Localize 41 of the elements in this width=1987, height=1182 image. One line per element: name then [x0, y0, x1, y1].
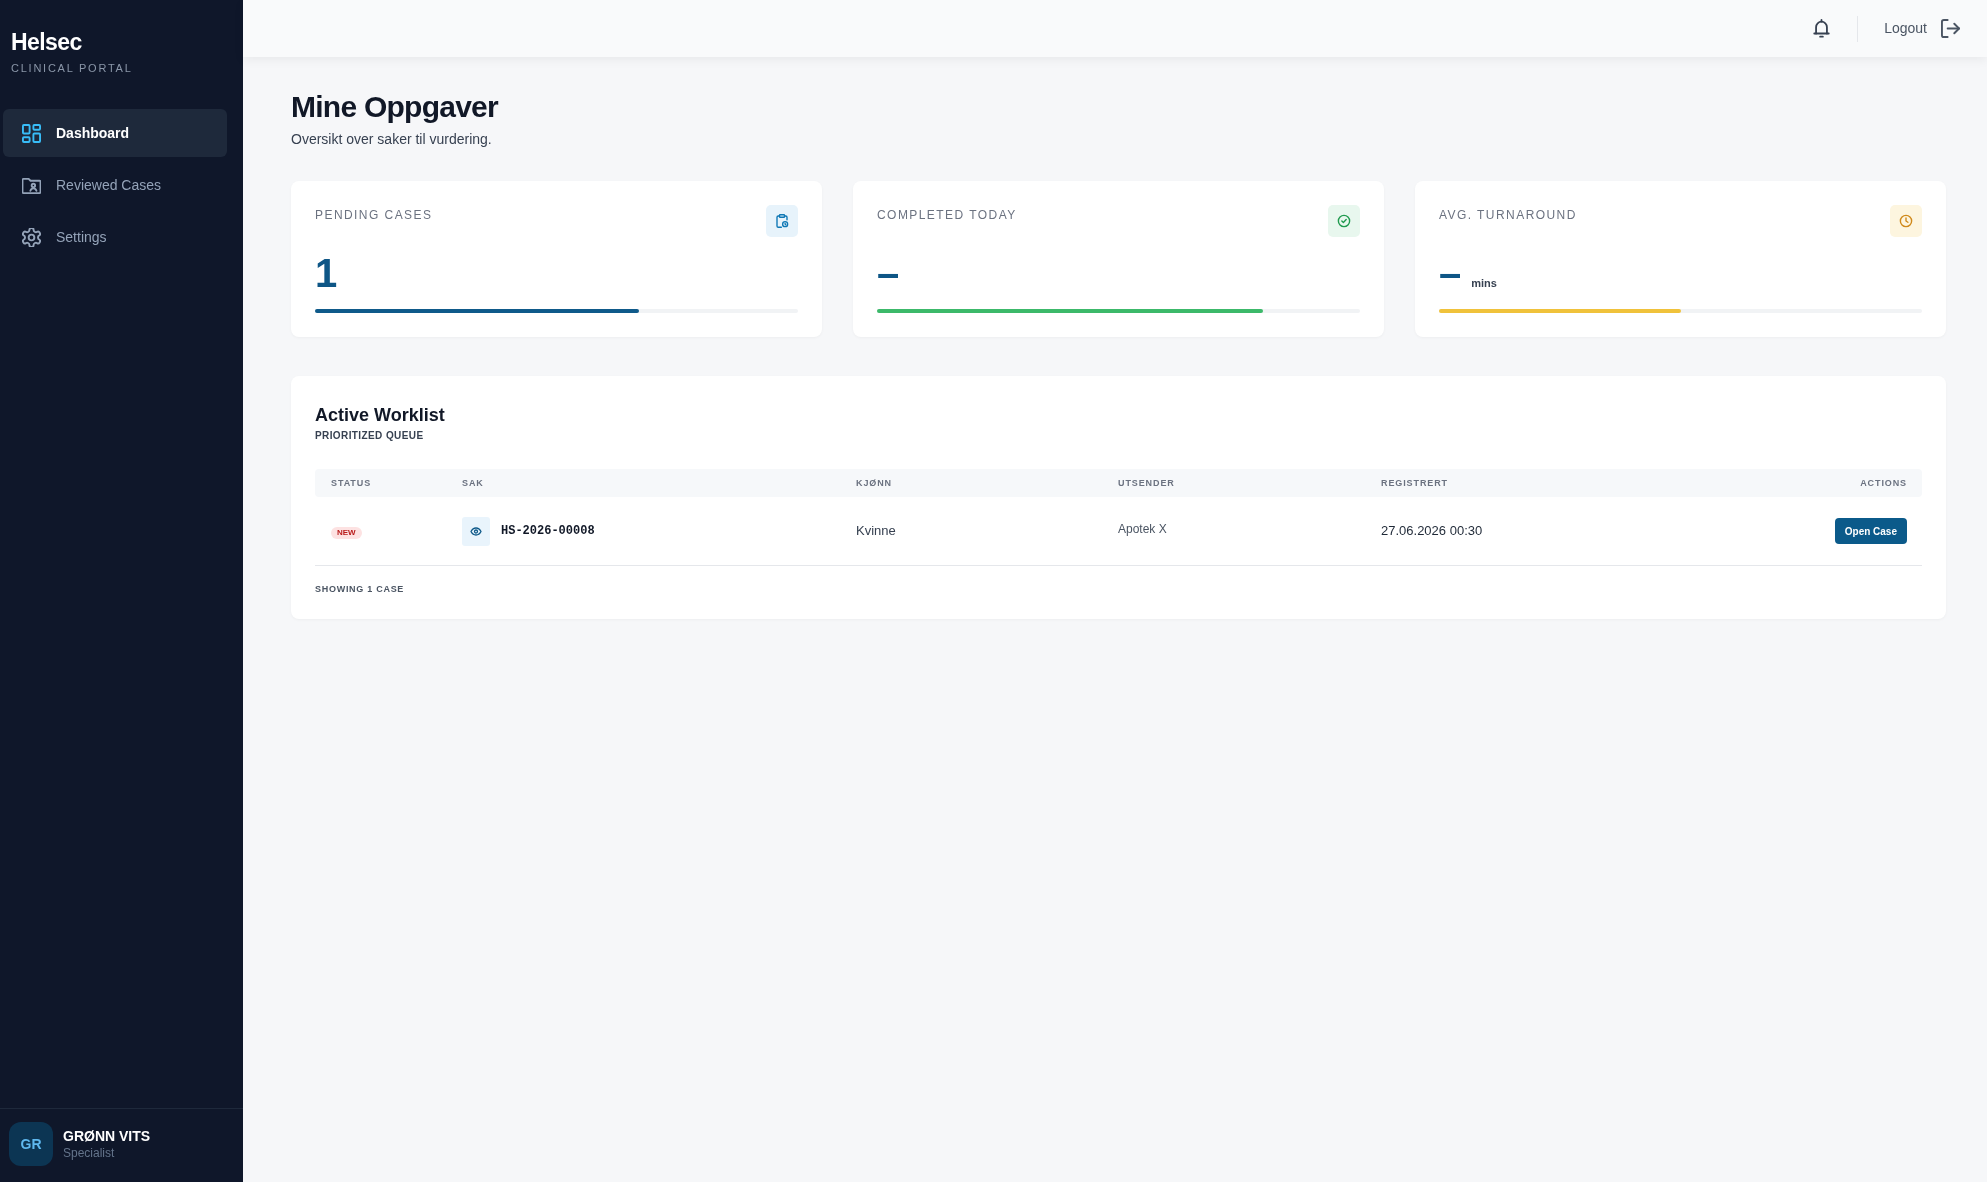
brand-subtitle: CLINICAL PORTAL — [11, 61, 134, 75]
column-header: ACTIONS — [1860, 477, 1907, 489]
nav-item[interactable]: Settings — [3, 213, 227, 261]
dashboard-icon — [22, 123, 41, 143]
user-name: GRØNN VITS — [63, 1127, 151, 1145]
clipboard-clock-icon — [766, 205, 798, 237]
column-header: SAK — [462, 477, 484, 489]
column-header: KJØNN — [856, 477, 892, 489]
bell-icon[interactable] — [1812, 19, 1832, 38]
row-count: SHOWING 1 CASE — [315, 583, 406, 595]
stat-label: PENDING CASES — [315, 207, 433, 223]
nav-item[interactable]: Reviewed Cases — [3, 161, 227, 209]
user-avatar: GR — [9, 1122, 53, 1166]
logout-icon — [1941, 19, 1960, 38]
eye-icon[interactable] — [462, 516, 490, 546]
stat-value: 1 — [315, 253, 338, 293]
status-badge: NEW — [331, 527, 362, 539]
table-cell-text: Apotek X — [1118, 520, 1167, 538]
column-header: UTSENDER — [1118, 477, 1175, 489]
case-id: HS-2026-00008 — [501, 523, 595, 540]
worklist-subtitle: PRIORITIZED QUEUE — [315, 429, 425, 443]
stat-label: AVG. TURNAROUND — [1439, 207, 1577, 223]
stat-value: – — [1439, 253, 1462, 293]
gear-icon — [22, 227, 41, 247]
brand-logo: Helsec — [11, 28, 83, 57]
worklist-title: Active Worklist — [315, 404, 446, 427]
page-subtitle: Oversikt over saker til vurdering. — [291, 130, 493, 149]
stat-value: – — [877, 253, 900, 293]
nav-item[interactable]: Dashboard — [3, 109, 227, 157]
column-header: REGISTRERT — [1381, 477, 1448, 489]
column-header: STATUS — [331, 477, 372, 489]
clock-icon — [1890, 205, 1922, 237]
logout-button[interactable]: Logout — [1884, 18, 1960, 39]
user-role: Specialist — [63, 1145, 116, 1161]
page-title: Mine Oppgaver — [291, 89, 500, 125]
table-cell-text: 27.06.2026 00:30 — [1381, 522, 1483, 541]
stat-label: COMPLETED TODAY — [877, 207, 1017, 223]
stat-unit: mins — [1471, 276, 1497, 291]
folder-person-icon — [22, 175, 41, 195]
open-case-button[interactable]: Open Case — [1834, 518, 1907, 544]
table-cell-text: Kvinne — [856, 522, 896, 541]
